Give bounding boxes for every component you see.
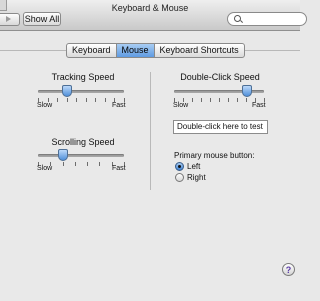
search-field[interactable] <box>227 12 307 26</box>
show-all-button[interactable]: Show All <box>23 12 61 26</box>
radio-left-label: Left <box>187 162 201 171</box>
slider-tick <box>74 162 76 166</box>
column-divider <box>150 72 151 190</box>
slider-tick <box>87 162 89 166</box>
tab-keyboard[interactable]: Keyboard <box>67 44 117 57</box>
double-click-speed-title: Double-Click Speed <box>180 72 260 82</box>
slider-tick <box>76 98 78 102</box>
tab-keyboard-shortcuts[interactable]: Keyboard Shortcuts <box>155 44 244 57</box>
search-icon <box>234 15 241 22</box>
scrolling-speed-slider[interactable] <box>38 149 124 163</box>
slider-thumb[interactable] <box>241 85 252 97</box>
slider-track <box>38 90 124 93</box>
double-click-speed-slider[interactable] <box>174 85 264 99</box>
scrolling-speed-title: Scrolling Speed <box>51 137 115 147</box>
double-click-test-field[interactable]: Double-click here to test <box>173 120 268 134</box>
slider-tick <box>246 98 247 102</box>
primary-button-label: Primary mouse button: <box>174 151 255 160</box>
tab-bar: Keyboard Mouse Keyboard Shortcuts <box>66 43 245 58</box>
slider-tick <box>99 162 101 166</box>
slider-max-label: Fast <box>252 102 266 109</box>
slider-tick <box>237 98 238 102</box>
slider-min-label: Slow <box>37 165 53 172</box>
slider-tick <box>210 98 211 102</box>
tracking-speed-slider[interactable] <box>38 85 124 99</box>
search-input[interactable] <box>244 14 300 24</box>
slider-tick <box>62 162 64 166</box>
tab-mouse[interactable]: Mouse <box>116 44 155 57</box>
tracking-speed-title: Tracking Speed <box>51 72 115 82</box>
slider-thumb[interactable] <box>62 85 73 97</box>
slider-max-label: Fast <box>112 102 126 109</box>
radio-right[interactable]: Right <box>175 173 206 182</box>
forward-arrow-icon <box>6 16 11 22</box>
slider-tick <box>95 98 97 102</box>
slider-thumb[interactable] <box>57 149 68 161</box>
slider-track <box>38 154 124 157</box>
radio-right-label: Right <box>187 173 206 182</box>
slider-max-label: Fast <box>112 165 126 172</box>
slider-tick <box>228 98 229 102</box>
help-button[interactable]: ? <box>282 263 295 276</box>
slider-tick <box>104 98 106 102</box>
slider-tick <box>201 98 202 102</box>
slider-min-label: Slow <box>37 102 53 109</box>
radio-left[interactable]: Left <box>175 162 200 171</box>
slider-tick <box>66 98 68 102</box>
slider-tick <box>192 98 193 102</box>
slider-tick <box>57 98 59 102</box>
radio-button[interactable] <box>175 173 184 182</box>
slider-min-label: Slow <box>173 102 189 109</box>
slider-tick <box>219 98 220 102</box>
slider-tick <box>85 98 87 102</box>
title-bar: Keyboard & Mouse Show All <box>0 0 307 31</box>
radio-button[interactable] <box>175 162 184 171</box>
forward-button[interactable] <box>0 13 20 26</box>
